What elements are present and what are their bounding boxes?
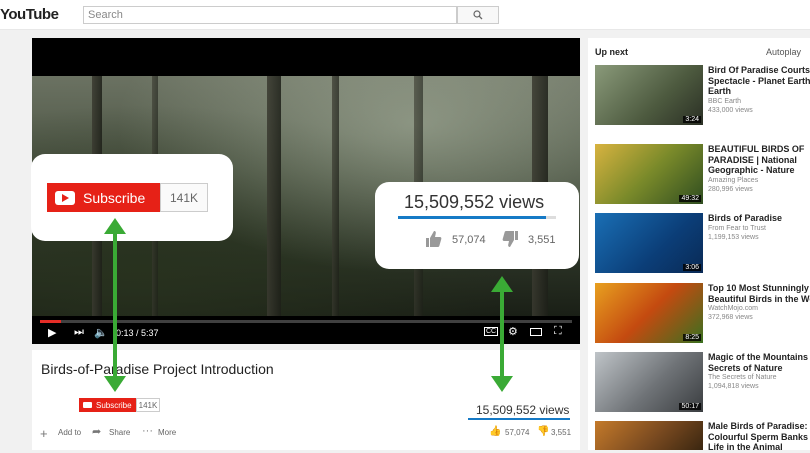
video-thumbnail[interactable]: 8:25 bbox=[595, 283, 703, 343]
video-thumbnail[interactable]: 50:17 bbox=[595, 352, 703, 412]
video-title-link[interactable]: Colourful Sperm Banks - bbox=[708, 432, 810, 443]
video-title-link[interactable]: Secrets of Nature bbox=[708, 363, 810, 374]
video-title-link[interactable]: Bird Of Paradise Courtship bbox=[708, 65, 810, 76]
video-title-link[interactable]: Birds of Paradise bbox=[708, 213, 810, 224]
video-title-link[interactable]: Geographic - Nature bbox=[708, 165, 810, 176]
autoplay-toggle[interactable]: Autoplay bbox=[766, 47, 801, 57]
channel-name[interactable]: BBC Earth bbox=[708, 98, 741, 105]
video-thumbnail[interactable] bbox=[595, 421, 703, 450]
video-title-link[interactable]: Life in the Animal bbox=[708, 442, 810, 453]
video-title-link[interactable]: Spectacle - Planet Earth - bbox=[708, 76, 810, 87]
video-view-count: 372,968 views bbox=[708, 314, 753, 321]
video-title-link[interactable]: BEAUTIFUL BIRDS OF bbox=[708, 144, 810, 155]
video-view-count: 1,199,153 views bbox=[708, 233, 759, 241]
video-title-link[interactable]: Beautiful Birds in the World bbox=[708, 294, 810, 305]
video-title-link[interactable]: Male Birds of Paradise: bbox=[708, 421, 810, 432]
video-title-link[interactable]: PARADISE | National bbox=[708, 155, 810, 166]
up-next-heading: Up next bbox=[595, 47, 629, 57]
video-view-count: 433,000 views bbox=[708, 106, 753, 114]
video-duration: 8:25 bbox=[683, 334, 701, 341]
video-view-count: 280,996 views bbox=[708, 185, 753, 193]
video-thumbnail[interactable]: 49:32 bbox=[595, 144, 703, 204]
channel-name[interactable]: The Secrets of Nature bbox=[708, 374, 776, 381]
video-thumbnail[interactable]: 3:06 bbox=[595, 213, 703, 273]
video-title-link[interactable]: Top 10 Most Stunningly bbox=[708, 283, 810, 294]
channel-name[interactable]: Amazing Places bbox=[708, 177, 758, 184]
video-duration: 49:32 bbox=[679, 195, 701, 202]
channel-name[interactable]: WatchMojo.com bbox=[708, 305, 758, 312]
video-view-count: 1,094,818 views bbox=[708, 383, 759, 390]
video-title-link[interactable]: Magic of the Mountains - bbox=[708, 352, 810, 363]
video-duration: 3:24 bbox=[683, 116, 701, 123]
video-duration: 3:06 bbox=[683, 264, 701, 271]
video-duration: 50:17 bbox=[679, 403, 701, 410]
video-title-link[interactable]: Earth bbox=[708, 86, 810, 97]
video-thumbnail[interactable]: 3:24 bbox=[595, 65, 703, 125]
channel-name[interactable]: From Fear to Trust bbox=[708, 225, 766, 232]
